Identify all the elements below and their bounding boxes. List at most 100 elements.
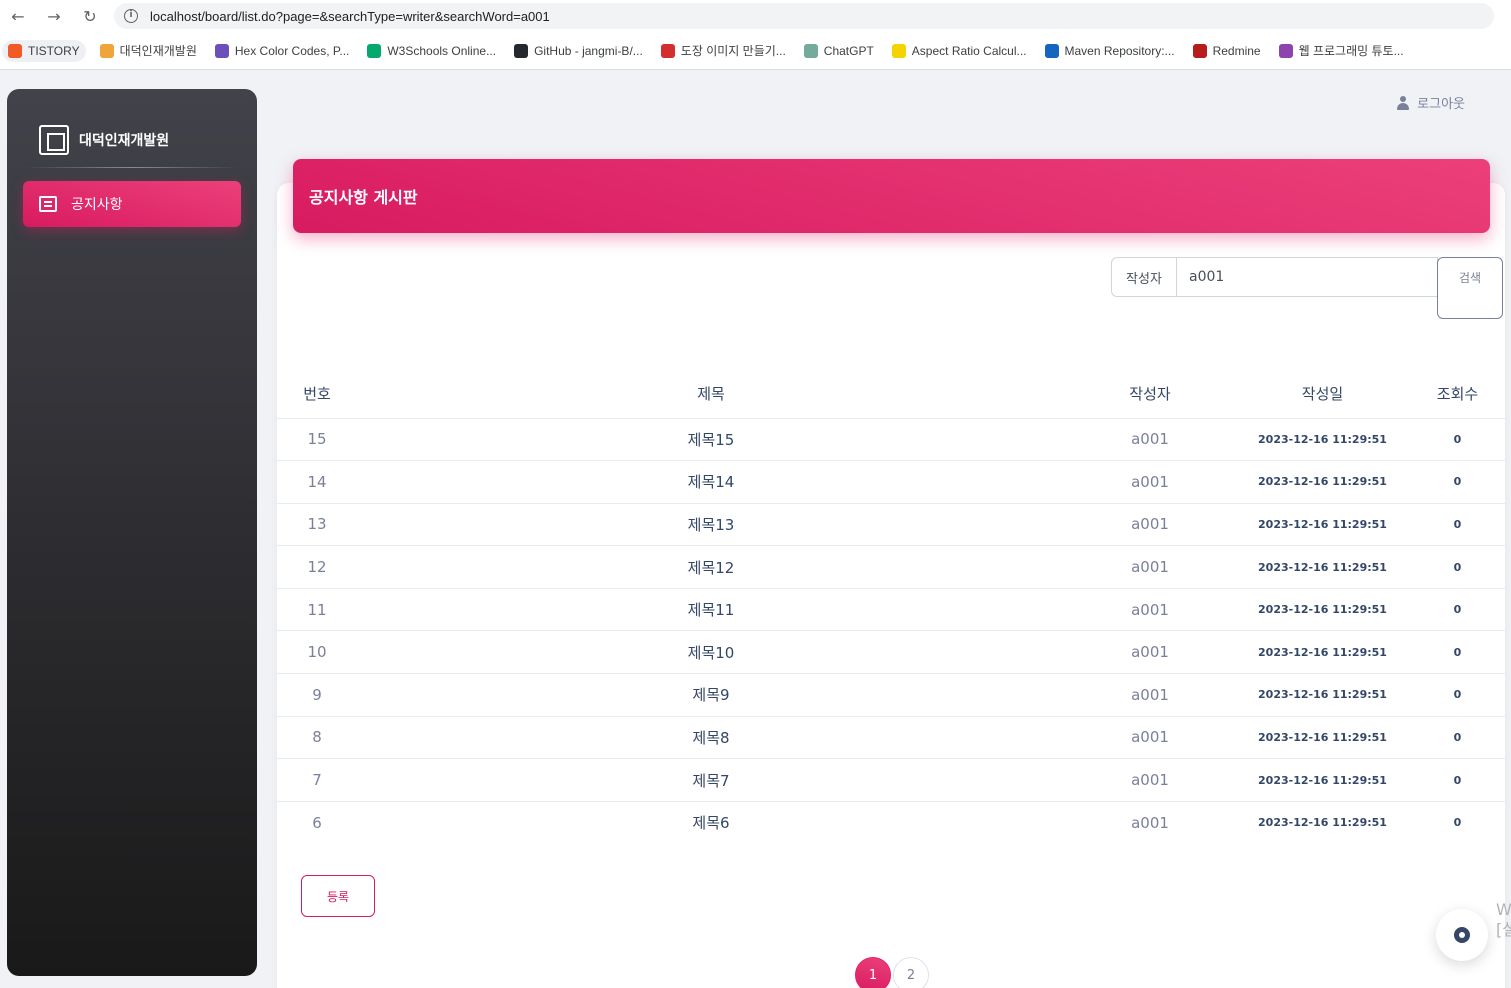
cell-hits: 0 bbox=[1410, 503, 1505, 547]
table-row[interactable]: 12 제목12 a001 2023-12-16 11:29:51 0 bbox=[277, 545, 1505, 589]
bookmark-item[interactable]: Maven Repository:... bbox=[1044, 43, 1175, 58]
cell-title[interactable]: 제목13 bbox=[357, 503, 1065, 547]
bookmark-label: GitHub - jangmi-B/... bbox=[534, 43, 643, 58]
cell-writer: a001 bbox=[1065, 503, 1235, 547]
table-body: 15 제목15 a001 2023-12-16 11:29:51 0 14 제목14 a001… bbox=[277, 418, 1505, 844]
table-row[interactable]: 8 제목8 a001 2023-12-16 11:29:51 0 bbox=[277, 716, 1505, 760]
url-text: localhost/board/list.do?page=&searchType… bbox=[150, 8, 550, 24]
cell-no: 6 bbox=[312, 813, 322, 832]
settings-button[interactable] bbox=[1436, 909, 1488, 961]
cell-date: 2023-12-16 11:29:51 bbox=[1235, 418, 1410, 462]
cell-writer: a001 bbox=[1065, 545, 1235, 589]
sidebar: 대덕인재개발원 공지사항 bbox=[7, 89, 257, 976]
bookmark-item[interactable]: TISTORY bbox=[2, 39, 86, 62]
cell-title[interactable]: 제목10 bbox=[357, 630, 1065, 675]
bookmark-favicon-icon bbox=[1192, 43, 1207, 58]
search-type-select[interactable]: 작성자 bbox=[1111, 257, 1177, 297]
cell-writer: a001 bbox=[1065, 460, 1235, 504]
bookmark-label: W3Schools Online... bbox=[387, 43, 497, 58]
page-button[interactable]: 2 bbox=[893, 957, 929, 988]
browser-address-bar: ← → ↻ i localhost/board/list.do?page=&se… bbox=[0, 0, 1511, 32]
forward-icon[interactable]: → bbox=[36, 7, 72, 26]
col-header-title: 제목 bbox=[357, 370, 1065, 419]
bookmark-favicon-icon bbox=[8, 43, 22, 58]
reload-icon[interactable]: ↻ bbox=[72, 7, 108, 26]
cell-title[interactable]: 제목12 bbox=[357, 545, 1065, 589]
bookmark-item[interactable]: Hex Color Codes, P... bbox=[214, 43, 349, 58]
bookmark-item[interactable]: Aspect Ratio Calcul... bbox=[891, 43, 1027, 58]
cell-hits: 0 bbox=[1410, 545, 1505, 589]
page-button[interactable]: 1 bbox=[855, 957, 891, 988]
cell-date: 2023-12-16 11:29:51 bbox=[1235, 588, 1410, 632]
cell-hits: 0 bbox=[1410, 588, 1505, 632]
pagination: 12 bbox=[855, 957, 931, 988]
bookmark-favicon-icon bbox=[803, 43, 818, 58]
bookmark-item[interactable]: W3Schools Online... bbox=[367, 43, 497, 58]
cell-writer: a001 bbox=[1065, 630, 1235, 675]
cell-no: 7 bbox=[277, 758, 357, 802]
table-row[interactable]: 6 제목6 a001 2023-12-16 11:29:51 0 bbox=[277, 801, 1505, 844]
brand-name: 대덕인재개발원 bbox=[79, 133, 170, 149]
cell-title[interactable]: 제목14 bbox=[357, 460, 1065, 504]
cell-writer: a001 bbox=[1065, 418, 1235, 462]
bookmark-item[interactable]: 대덕인재개발원 bbox=[99, 42, 197, 59]
cell-writer: a001 bbox=[1131, 813, 1169, 832]
logout-link[interactable]: 로그아웃 bbox=[1397, 93, 1465, 112]
edge-watermark: W [설 bbox=[1496, 900, 1511, 939]
cell-title[interactable]: 제목7 bbox=[357, 758, 1065, 802]
bookmark-item[interactable]: 도장 이미지 만들기... bbox=[660, 42, 786, 59]
bookmark-label: 웹 프로그래밍 튜토... bbox=[1298, 44, 1404, 58]
cell-date: 2023-12-16 11:29:51 bbox=[1235, 630, 1410, 675]
table-row[interactable]: 7 제목7 a001 2023-12-16 11:29:51 0 bbox=[277, 758, 1505, 802]
cell-no: 8 bbox=[277, 716, 357, 760]
bookmark-label: Redmine bbox=[1212, 43, 1261, 58]
bookmark-favicon-icon bbox=[660, 43, 675, 58]
cell-title[interactable]: 제목15 bbox=[357, 418, 1065, 462]
bookmark-item[interactable]: GitHub - jangmi-B/... bbox=[514, 43, 643, 58]
sidebar-item-notice[interactable]: 공지사항 bbox=[23, 181, 241, 227]
cell-date: 2023-12-16 11:29:51 bbox=[1235, 545, 1410, 589]
cell-no: 9 bbox=[277, 673, 357, 717]
table-row[interactable]: 14 제목14 a001 2023-12-16 11:29:51 0 bbox=[277, 460, 1505, 504]
brand[interactable]: 대덕인재개발원 bbox=[7, 89, 257, 167]
col-header-date: 작성일 bbox=[1235, 370, 1410, 419]
cell-no: 13 bbox=[277, 503, 357, 547]
bookmark-label: 도장 이미지 만들기... bbox=[680, 44, 786, 58]
user-icon bbox=[1397, 95, 1410, 110]
back-icon[interactable]: ← bbox=[0, 7, 36, 26]
notice-icon bbox=[39, 196, 57, 212]
cell-title[interactable]: 제목8 bbox=[357, 716, 1065, 760]
cell-title[interactable]: 제목6 bbox=[357, 801, 1065, 844]
cell-writer: a001 bbox=[1065, 673, 1235, 717]
bookmark-item[interactable]: ChatGPT bbox=[803, 43, 874, 58]
col-header-writer: 작성자 bbox=[1065, 370, 1235, 419]
cell-title[interactable]: 제목9 bbox=[357, 673, 1065, 717]
url-field[interactable]: i localhost/board/list.do?page=&searchTy… bbox=[114, 3, 1494, 29]
cell-hits: 0 bbox=[1453, 816, 1462, 830]
cell-no: 14 bbox=[277, 460, 357, 504]
table-row[interactable]: 10 제목10 a001 2023-12-16 11:29:51 0 bbox=[277, 630, 1505, 675]
table-row[interactable]: 9 제목9 a001 2023-12-16 11:29:51 0 bbox=[277, 673, 1505, 717]
search-input[interactable] bbox=[1176, 257, 1438, 297]
bookmark-label: Aspect Ratio Calcul... bbox=[911, 43, 1027, 58]
cell-writer: a001 bbox=[1065, 758, 1235, 802]
cell-hits: 0 bbox=[1410, 716, 1505, 760]
info-icon[interactable]: i bbox=[124, 9, 138, 23]
cell-date: 2023-12-16 11:29:51 bbox=[1235, 673, 1410, 717]
brand-logo-icon bbox=[39, 125, 69, 155]
logout-label: 로그아웃 bbox=[1417, 97, 1465, 112]
sidebar-divider bbox=[25, 167, 239, 168]
table-row[interactable]: 11 제목11 a001 2023-12-16 11:29:51 0 bbox=[277, 588, 1505, 632]
table-row[interactable]: 15 제목15 a001 2023-12-16 11:29:51 0 bbox=[277, 418, 1505, 462]
bookmark-item[interactable]: Redmine bbox=[1192, 43, 1261, 58]
cell-hits: 0 bbox=[1410, 460, 1505, 504]
bookmark-favicon-icon bbox=[367, 43, 382, 58]
table-header-row: 번호 제목 작성자 작성일 조회수 bbox=[277, 370, 1505, 419]
table-row[interactable]: 13 제목13 a001 2023-12-16 11:29:51 0 bbox=[277, 503, 1505, 547]
cell-title[interactable]: 제목11 bbox=[357, 588, 1065, 632]
bookmark-item[interactable]: 웹 프로그래밍 튜토... bbox=[1278, 42, 1404, 59]
register-button[interactable]: 등록 bbox=[301, 875, 375, 917]
col-header-hits: 조회수 bbox=[1410, 370, 1505, 419]
search-button[interactable]: 검색 bbox=[1437, 257, 1503, 319]
cell-hits: 0 bbox=[1410, 758, 1505, 802]
